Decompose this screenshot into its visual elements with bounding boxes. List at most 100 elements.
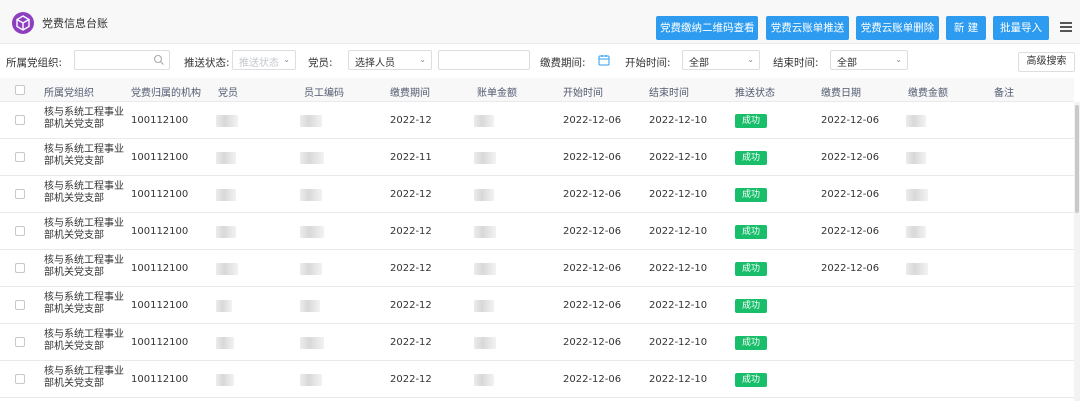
row-start-time: 2022-12-06 [563, 189, 622, 200]
member-select[interactable]: 选择人员 ⌄ [348, 50, 432, 70]
status-badge: 成功 [735, 225, 767, 239]
chevron-down-icon: ⌄ [419, 55, 426, 64]
col-bill-amount: 账单金额 [477, 88, 517, 99]
status-badge: 成功 [735, 151, 767, 165]
cube-logo-icon [12, 12, 34, 34]
row-org: 核与系统工程事业部机关党支部 [44, 329, 124, 352]
row-code-redacted [300, 337, 324, 349]
start-time-select[interactable]: 全部 ⌄ [682, 50, 760, 70]
row-bill-amount-redacted [474, 189, 494, 201]
row-checkbox[interactable] [15, 337, 25, 347]
row-member-redacted [216, 337, 234, 349]
end-time-select[interactable]: 全部 ⌄ [830, 50, 908, 70]
row-checkbox[interactable] [15, 115, 25, 125]
table-row[interactable]: 核与系统工程事业部机关党支部 100112100 2022-12 2022-12-06… [0, 324, 1074, 361]
chevron-down-icon: ⌄ [895, 55, 902, 64]
qrcode-view-button[interactable]: 党费缴纳二维码查看 [656, 16, 758, 40]
row-institution: 100112100 [131, 263, 189, 274]
status-badge: 成功 [735, 114, 767, 128]
row-start-time: 2022-12-06 [563, 337, 622, 348]
end-time-value: 全部 [837, 58, 857, 69]
col-pay-date: 缴费日期 [821, 88, 861, 99]
col-member: 党员 [218, 88, 238, 99]
row-member-redacted [216, 115, 238, 127]
push-status-select[interactable]: 推送状态 ⌄ [232, 50, 296, 70]
row-start-time: 2022-12-06 [563, 374, 622, 385]
new-button[interactable]: 新 建 [946, 16, 986, 40]
row-end-time: 2022-12-10 [649, 263, 708, 274]
row-code-redacted [300, 189, 322, 201]
col-remark: 备注 [994, 88, 1014, 99]
status-badge: 成功 [735, 373, 767, 387]
row-checkbox[interactable] [15, 226, 25, 236]
row-checkbox[interactable] [15, 263, 25, 273]
row-institution: 100112100 [131, 300, 189, 311]
status-badge: 成功 [735, 336, 767, 350]
row-institution: 100112100 [131, 189, 189, 200]
row-member-redacted [216, 300, 232, 312]
row-pay-date: 2022-12-06 [821, 263, 880, 274]
select-all-checkbox[interactable] [15, 85, 25, 95]
col-org: 所属党组织 [44, 88, 94, 99]
row-bill-amount-redacted [474, 152, 496, 164]
row-pay-amount-redacted [906, 226, 926, 238]
bill-push-button[interactable]: 党费云账单推送 [766, 16, 849, 40]
row-code-redacted [300, 300, 320, 312]
list-icon[interactable] [1060, 22, 1072, 32]
calendar-icon[interactable] [598, 54, 610, 66]
bill-delete-button[interactable]: 党费云账单删除 [856, 16, 939, 40]
row-org: 核与系统工程事业部机关党支部 [44, 144, 124, 167]
row-period: 2022-12 [390, 337, 432, 348]
member-text-input[interactable] [438, 50, 530, 70]
col-period: 缴费期间 [390, 88, 430, 99]
row-end-time: 2022-12-10 [649, 189, 708, 200]
start-time-value: 全部 [689, 58, 709, 69]
row-member-redacted [216, 152, 236, 164]
row-institution: 100112100 [131, 115, 189, 126]
scrollbar-thumb[interactable] [1075, 105, 1079, 213]
row-checkbox[interactable] [15, 189, 25, 199]
table-row[interactable]: 核与系统工程事业部机关党支部 100112100 2022-12 2022-12-06… [0, 287, 1074, 324]
table-header: 所属党组织 党费归属的机构 党员 员工编码 缴费期间 账单金额 开始时间 结束时… [0, 78, 1074, 102]
row-bill-amount-redacted [474, 374, 494, 386]
org-filter-input[interactable] [74, 50, 170, 70]
page-title: 党费信息台账 [42, 17, 108, 30]
row-code-redacted [300, 263, 322, 275]
row-period: 2022-12 [390, 374, 432, 385]
row-bill-amount-redacted [474, 337, 496, 349]
row-pay-date: 2022-12-06 [821, 189, 880, 200]
row-org: 核与系统工程事业部机关党支部 [44, 255, 124, 278]
row-institution: 100112100 [131, 226, 189, 237]
table-row[interactable]: 核与系统工程事业部机关党支部 100112100 2022-12 2022-12-06… [0, 213, 1074, 250]
search-icon[interactable] [153, 54, 165, 66]
row-checkbox[interactable] [15, 152, 25, 162]
row-end-time: 2022-12-10 [649, 115, 708, 126]
advanced-search-button[interactable]: 高级搜索 [1018, 52, 1075, 72]
start-time-label: 开始时间: [625, 57, 671, 69]
table-row[interactable]: 核与系统工程事业部机关党支部 100112100 2022-12 2022-12-06… [0, 250, 1074, 287]
row-checkbox[interactable] [15, 300, 25, 310]
row-end-time: 2022-12-10 [649, 374, 708, 385]
col-employee-code: 员工编码 [304, 88, 344, 99]
col-pay-amount: 缴费金额 [908, 88, 948, 99]
push-status-label: 推送状态: [184, 57, 230, 69]
row-period: 2022-12 [390, 300, 432, 311]
row-bill-amount-redacted [474, 226, 496, 238]
row-start-time: 2022-12-06 [563, 115, 622, 126]
push-status-placeholder: 推送状态 [239, 58, 279, 69]
col-start-time: 开始时间 [563, 88, 603, 99]
table-row[interactable]: 核与系统工程事业部机关党支部 100112100 2022-12 2022-12-06… [0, 176, 1074, 213]
table-row[interactable]: 核与系统工程事业部机关党支部 100112100 2022-12 2022-12-06… [0, 102, 1074, 139]
row-checkbox[interactable] [15, 374, 25, 384]
top-bar: 党费信息台账 党费缴纳二维码查看 党费云账单推送 党费云账单删除 新 建 批量导… [0, 0, 1080, 44]
row-start-time: 2022-12-06 [563, 300, 622, 311]
row-start-time: 2022-12-06 [563, 152, 622, 163]
row-period: 2022-11 [390, 152, 432, 163]
row-org: 核与系统工程事业部机关党支部 [44, 366, 124, 389]
row-code-redacted [300, 152, 324, 164]
status-badge: 成功 [735, 262, 767, 276]
row-end-time: 2022-12-10 [649, 226, 708, 237]
table-row[interactable]: 核与系统工程事业部机关党支部 100112100 2022-12 2022-12-06… [0, 361, 1074, 398]
table-row[interactable]: 核与系统工程事业部机关党支部 100112100 2022-11 2022-12-06… [0, 139, 1074, 176]
batch-import-button[interactable]: 批量导入 [993, 16, 1049, 40]
